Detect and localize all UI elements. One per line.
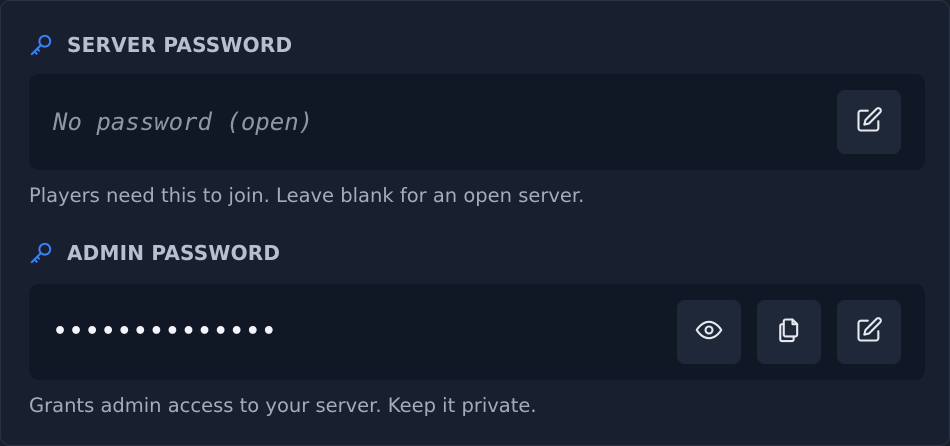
eye-icon — [695, 316, 723, 348]
copy-icon — [775, 316, 803, 348]
edit-icon — [855, 106, 883, 138]
reveal-password-button[interactable] — [677, 300, 741, 364]
admin-password-label-row: ADMIN PASSWORD — [28, 240, 280, 266]
admin-password-hint: Grants admin access to your server. Keep… — [29, 394, 537, 417]
server-password-hint: Players need this to join. Leave blank f… — [29, 184, 585, 207]
server-password-label-row: SERVER PASSWORD — [28, 32, 292, 58]
admin-password-label: ADMIN PASSWORD — [67, 241, 281, 265]
password-settings-panel: SERVER PASSWORD No password (open) Playe… — [0, 0, 950, 446]
key-icon — [28, 240, 54, 266]
admin-password-value: •••••••••••••• — [53, 319, 278, 344]
server-password-field[interactable]: No password (open) — [29, 74, 925, 170]
admin-password-field[interactable]: •••••••••••••• — [29, 284, 925, 380]
server-password-label: SERVER PASSWORD — [67, 33, 293, 57]
server-password-value: No password (open) — [53, 108, 314, 136]
edit-icon — [855, 316, 883, 348]
admin-password-edit-button[interactable] — [837, 300, 901, 364]
key-icon — [28, 32, 54, 58]
copy-password-button[interactable] — [757, 300, 821, 364]
server-password-edit-button[interactable] — [837, 90, 901, 154]
